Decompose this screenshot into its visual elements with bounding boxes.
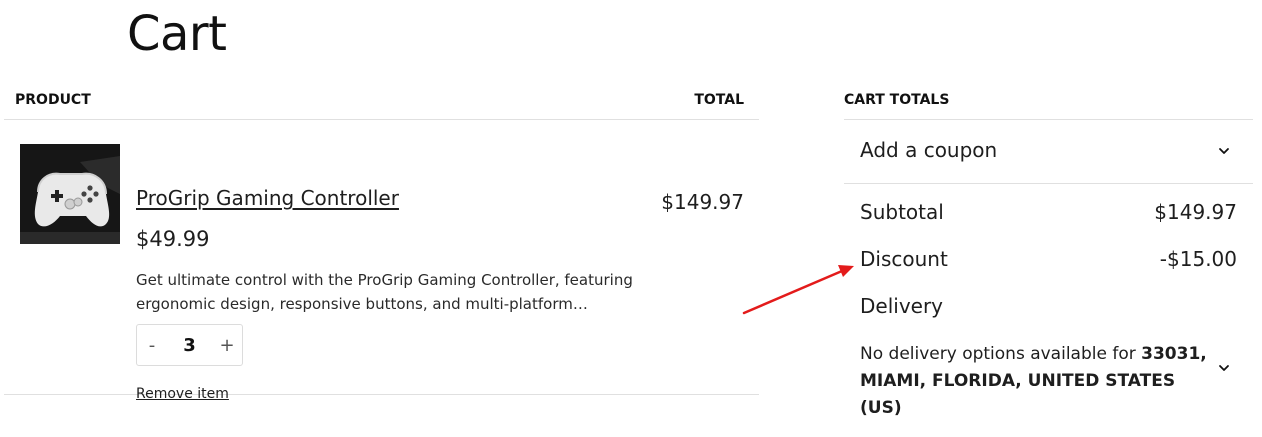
column-header-total: TOTAL [694,92,744,108]
line-total: $149.97 [661,190,744,214]
subtotal-value: $149.97 [1154,200,1237,224]
cart-totals-heading: CART TOTALS [844,80,1253,120]
delivery-row: Delivery [844,278,1253,325]
discount-value: -$15.00 [1159,247,1237,271]
column-header-product: PRODUCT [15,92,91,108]
remove-item-link[interactable]: Remove item [136,386,229,402]
delivery-note-text: No delivery options available for [860,344,1142,364]
product-price: $49.99 [136,227,210,251]
quantity-stepper: - + [136,324,243,366]
discount-label: Discount [860,247,948,271]
add-coupon-toggle[interactable]: Add a coupon [844,120,1253,184]
chevron-down-icon[interactable] [1217,361,1231,375]
page-title: Cart [127,6,227,62]
delivery-options-toggle[interactable]: No delivery options available for 33031,… [860,341,1210,422]
product-description: Get ultimate control with the ProGrip Ga… [136,271,633,313]
chevron-down-icon [1219,148,1229,154]
table-header: PRODUCT TOTAL [4,80,759,120]
cart-page: Cart PRODUCT TOTAL ProGrip Gaming Contro… [0,0,1262,437]
quantity-increase-button[interactable]: + [212,325,242,365]
product-name-link[interactable]: ProGrip Gaming Controller [136,186,399,210]
cart-products-table: PRODUCT TOTAL ProGrip Gaming Controller … [4,80,759,402]
quantity-decrease-button[interactable]: - [137,325,167,365]
table-row: ProGrip Gaming Controller $49.99 Get ult… [4,120,759,402]
cart-totals-panel: CART TOTALS Add a coupon Subtotal $149.9… [844,80,1253,418]
subtotal-label: Subtotal [860,200,944,224]
add-coupon-label: Add a coupon [860,138,998,162]
subtotal-row: Subtotal $149.97 [844,184,1253,231]
game-controller-icon [20,144,120,244]
discount-row: Discount -$15.00 [844,231,1253,278]
quantity-input[interactable] [167,334,212,356]
product-image[interactable] [20,144,120,244]
delivery-label: Delivery [860,294,944,318]
